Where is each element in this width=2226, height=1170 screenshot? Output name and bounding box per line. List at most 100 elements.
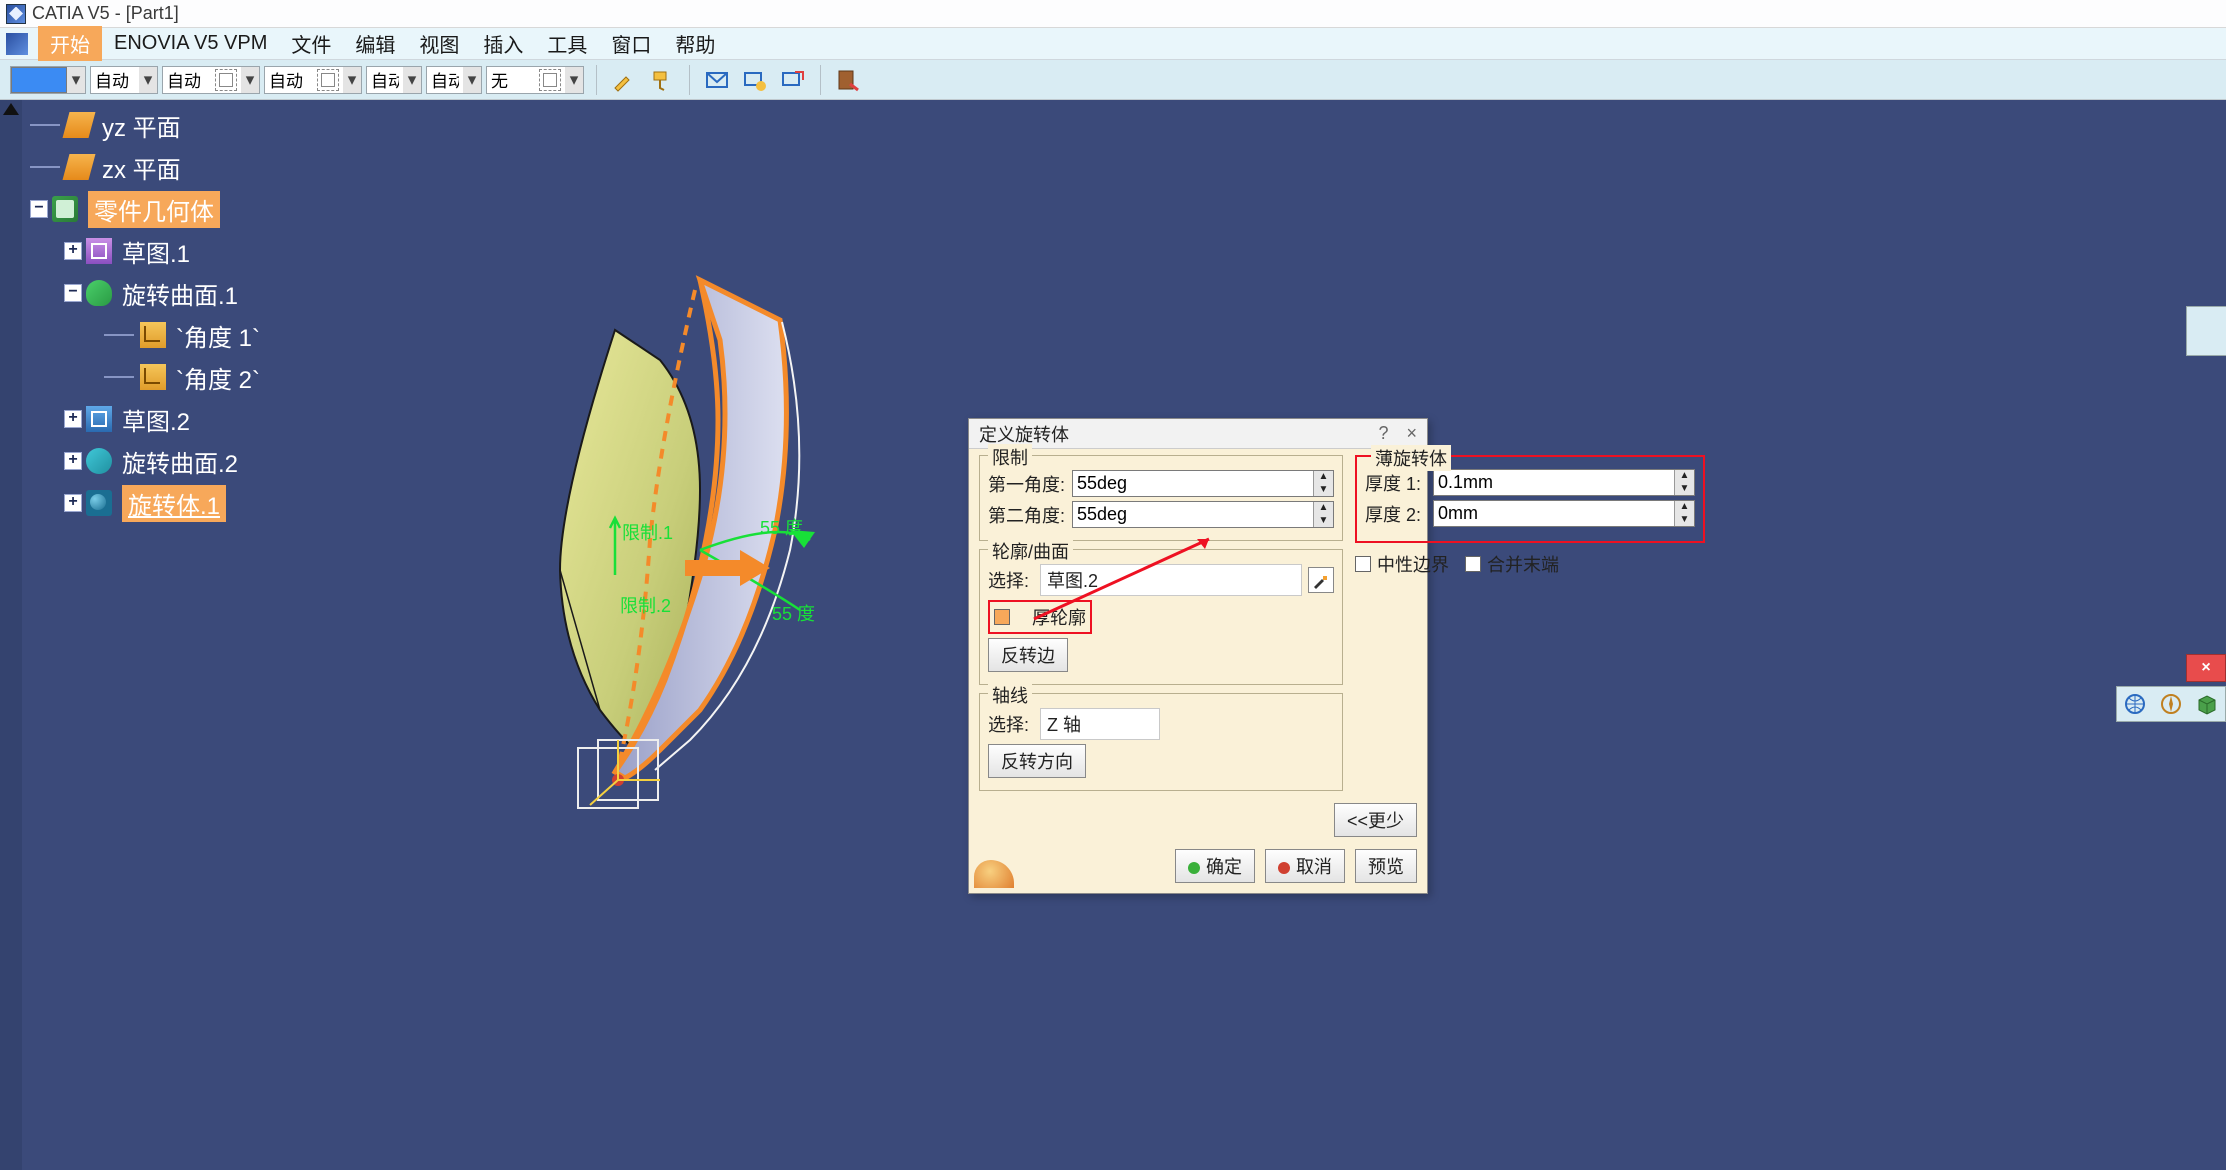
combo-none-text[interactable] <box>487 70 535 90</box>
thickness2-label: 厚度 2: <box>1365 501 1433 527</box>
cube-tool-icon[interactable] <box>2195 692 2219 716</box>
color-combo[interactable]: ▾ <box>10 66 86 94</box>
close-icon[interactable]: × <box>1406 423 1417 444</box>
menu-window[interactable]: 窗口 <box>599 26 663 61</box>
view-tools-panel <box>2116 686 2226 722</box>
combo-auto-5[interactable]: ▾ <box>426 66 482 94</box>
linetype-icon <box>317 69 339 91</box>
less-button[interactable]: <<更少 <box>1334 803 1417 837</box>
window-title: CATIA V5 - [Part1] <box>32 3 179 24</box>
thick-profile-label: 厚轮廓 <box>1032 604 1086 630</box>
axis-group: 轴线 选择: Z 轴 反转方向 <box>979 693 1343 791</box>
thickness2-input[interactable] <box>1434 501 1674 526</box>
menu-tools[interactable]: 工具 <box>535 26 599 61</box>
group-label: 轮廓/曲面 <box>988 538 1073 564</box>
brush-icon[interactable] <box>609 65 639 95</box>
spin-up-icon[interactable]: ▲ <box>1674 501 1694 514</box>
profile-select-field[interactable]: 草图.2 <box>1040 564 1302 596</box>
help-icon[interactable]: ? <box>1378 423 1388 444</box>
menu-view[interactable]: 视图 <box>407 26 471 61</box>
mail-arrow-icon[interactable] <box>778 65 808 95</box>
thickness1-label: 厚度 1: <box>1365 470 1433 496</box>
menu-file[interactable]: 文件 <box>279 26 343 61</box>
menu-help[interactable]: 帮助 <box>663 26 727 61</box>
dialog-title: 定义旋转体 <box>979 421 1069 447</box>
catalog-icon[interactable] <box>833 65 863 95</box>
chevron-down-icon: ▾ <box>67 67 85 93</box>
separator <box>820 65 821 95</box>
reverse-direction-button[interactable]: 反转方向 <box>988 744 1086 778</box>
color-swatch <box>11 67 67 93</box>
axis-select-label: 选择: <box>988 711 1040 737</box>
title-bar: CATIA V5 - [Part1] <box>0 0 2226 28</box>
globe-tool-icon[interactable] <box>2123 692 2147 716</box>
menu-bar: 开始 ENOVIA V5 VPM 文件 编辑 视图 插入 工具 窗口 帮助 <box>0 28 2226 60</box>
thick-profile-checkbox[interactable]: 厚轮廓 <box>988 600 1092 634</box>
combo-auto-1-text[interactable] <box>91 70 139 90</box>
spin-down-icon[interactable]: ▼ <box>1674 483 1694 496</box>
label-55deg-b: 55 度 <box>772 600 815 626</box>
menu-insert[interactable]: 插入 <box>471 26 535 61</box>
axis-select-field[interactable]: Z 轴 <box>1040 708 1160 740</box>
menu-enovia[interactable]: ENOVIA V5 VPM <box>102 29 279 58</box>
combo-auto-2[interactable]: ▾ <box>162 66 260 94</box>
profile-group: 轮廓/曲面 选择: 草图.2 厚轮廓 <box>979 549 1343 685</box>
thickness1-input[interactable] <box>1434 470 1674 495</box>
chevron-down-icon: ▾ <box>403 67 421 93</box>
angle2-label: 第二角度: <box>988 502 1072 528</box>
preview-button[interactable]: 预览 <box>1355 849 1417 883</box>
chevron-down-icon: ▾ <box>565 67 583 93</box>
thin-shaft-group: 薄旋转体 厚度 1: ▲▼ 厚度 2: ▲▼ <box>1363 461 1697 533</box>
combo-none[interactable]: ▾ <box>486 66 584 94</box>
spin-up-icon[interactable]: ▲ <box>1674 470 1694 483</box>
chevron-down-icon: ▾ <box>241 67 259 93</box>
chevron-down-icon: ▾ <box>139 67 157 93</box>
menu-edit[interactable]: 编辑 <box>343 26 407 61</box>
combo-auto-1[interactable]: ▾ <box>90 66 158 94</box>
viewport[interactable]: yz 平面 zx 平面 − 零件几何体 + 草图.1 − 旋转曲面.1 `角度 … <box>0 100 2226 1170</box>
angle2-field[interactable]: ▲▼ <box>1072 501 1334 528</box>
spin-up-icon[interactable]: ▲ <box>1313 502 1333 515</box>
separator <box>596 65 597 95</box>
menu-bar-icon <box>6 33 28 55</box>
sketch-edit-button[interactable] <box>1308 567 1334 593</box>
neutral-label: 中性边界 <box>1377 551 1449 577</box>
ok-button[interactable]: 确定 <box>1175 849 1255 883</box>
angle1-field[interactable]: ▲▼ <box>1072 470 1334 497</box>
toolbar: ▾ ▾ ▾ ▾ ▾ ▾ ▾ <box>0 60 2226 100</box>
spin-down-icon[interactable]: ▼ <box>1313 515 1333 528</box>
thickness1-field[interactable]: ▲▼ <box>1433 469 1695 496</box>
spin-down-icon[interactable]: ▼ <box>1674 514 1694 527</box>
neutral-fiber-checkbox[interactable]: 中性边界 <box>1355 551 1449 577</box>
combo-auto-3[interactable]: ▾ <box>264 66 362 94</box>
cancel-button[interactable]: 取消 <box>1265 849 1345 883</box>
combo-auto-4[interactable]: ▾ <box>366 66 422 94</box>
mail-icon[interactable] <box>702 65 732 95</box>
group-label: 限制 <box>988 444 1032 470</box>
spin-down-icon[interactable]: ▼ <box>1313 484 1333 497</box>
menu-start[interactable]: 开始 <box>38 26 102 61</box>
reverse-side-button[interactable]: 反转边 <box>988 638 1068 672</box>
profile-select-label: 选择: <box>988 567 1040 593</box>
angle1-label: 第一角度: <box>988 471 1072 497</box>
combo-auto-5-text[interactable] <box>427 70 463 90</box>
compass-tool-icon[interactable] <box>2159 692 2183 716</box>
angle1-input[interactable] <box>1073 471 1313 496</box>
limit-group: 限制 第一角度: ▲▼ 第二角度: ▲▼ <box>979 455 1343 541</box>
shaft-definition-dialog: 定义旋转体 ? × 限制 第一角度: ▲▼ <box>968 418 1428 894</box>
close-panel-button[interactable]: × <box>2186 654 2226 682</box>
painter-icon[interactable] <box>647 65 677 95</box>
mail-gear-icon[interactable] <box>740 65 770 95</box>
group-label: 轴线 <box>988 682 1032 708</box>
thickness2-field[interactable]: ▲▼ <box>1433 500 1695 527</box>
right-panel-toggle[interactable] <box>2186 306 2226 356</box>
angle2-input[interactable] <box>1073 502 1313 527</box>
dialog-title-bar[interactable]: 定义旋转体 ? × <box>969 419 1427 449</box>
combo-auto-3-text[interactable] <box>265 70 313 90</box>
combo-auto-2-text[interactable] <box>163 70 211 90</box>
label-limit-2: 限制.2 <box>620 592 671 618</box>
spin-up-icon[interactable]: ▲ <box>1313 471 1333 484</box>
merge-ends-checkbox[interactable]: 合并末端 <box>1465 551 1559 577</box>
linetype-icon <box>215 69 237 91</box>
combo-auto-4-text[interactable] <box>367 70 403 90</box>
